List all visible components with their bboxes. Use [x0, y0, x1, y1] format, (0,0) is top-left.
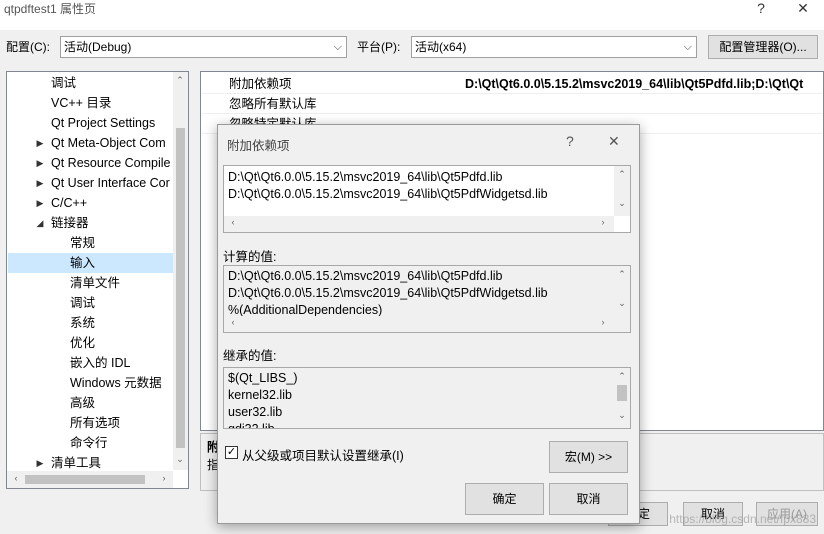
chevron-down-icon: ⌵ [333, 41, 342, 53]
evaluated-horizontal-scrollbar[interactable]: ‹ › [224, 316, 614, 332]
edit-line: D:\Qt\Qt6.0.0\5.15.2\msvc2019_64\lib\Qt5… [228, 187, 548, 201]
scroll-right-icon[interactable]: › [596, 217, 610, 227]
evaluated-line: D:\Qt\Qt6.0.0\5.15.2\msvc2019_64\lib\Qt5… [228, 286, 548, 300]
tree-item-linker-advanced[interactable]: 高级 [70, 393, 95, 413]
inherited-label: 继承的值: [223, 349, 277, 363]
scroll-up-icon[interactable]: ⌃ [615, 169, 629, 180]
chevron-down-icon: ⌵ [683, 41, 692, 53]
watermark: https://blog.csdn.net/fpx883 [669, 512, 816, 526]
expand-arrow-icon[interactable]: ▶ [35, 193, 45, 213]
scroll-right-icon[interactable]: › [596, 317, 610, 327]
tree-item-linker-all-options[interactable]: 所有选项 [70, 413, 120, 433]
config-combo[interactable]: 活动(Debug) ⌵ [60, 36, 347, 58]
scroll-down-icon[interactable]: ⌄ [173, 454, 187, 465]
tree-item-linker[interactable]: 链接器 [51, 213, 89, 233]
window-title: qtpdftest1 属性页 [4, 2, 97, 16]
scrollbar-thumb[interactable] [176, 128, 185, 448]
inherited-vertical-scrollbar[interactable]: ⌃ ⌄ [614, 368, 630, 428]
help-button[interactable]: ? [738, 0, 784, 22]
tree-item-linker-system[interactable]: 系统 [70, 313, 95, 333]
config-label: 配置(C): [6, 40, 50, 54]
tree-item-linker-optimization[interactable]: 优化 [70, 333, 95, 353]
inherited-line: $(Qt_LIBS_) [228, 371, 298, 385]
evaluated-values-box[interactable]: D:\Qt\Qt6.0.0\5.15.2\msvc2019_64\lib\Qt5… [223, 265, 631, 333]
scroll-left-icon[interactable]: ‹ [226, 217, 240, 227]
grid-row-name: 附加依赖项 [229, 77, 292, 91]
tree-item-linker-input[interactable]: 输入 [70, 253, 95, 273]
scroll-up-icon[interactable]: ⌃ [615, 371, 629, 382]
edit-line: D:\Qt\Qt6.0.0\5.15.2\msvc2019_64\lib\Qt5… [228, 170, 503, 184]
expand-arrow-icon[interactable]: ▶ [35, 453, 45, 473]
property-tree: 调试 VC++ 目录 Qt Project Settings ▶ Qt Meta… [6, 71, 189, 489]
title-bar [0, 0, 824, 30]
expand-arrow-icon[interactable]: ▶ [35, 173, 45, 193]
tree-item-linker-general[interactable]: 常规 [70, 233, 95, 253]
tree-item-cpp[interactable]: C/C++ [51, 193, 87, 213]
grid-row[interactable]: 忽略所有默认库 [202, 95, 822, 114]
evaluated-line: D:\Qt\Qt6.0.0\5.15.2\msvc2019_64\lib\Qt5… [228, 269, 503, 283]
dialog-help-button[interactable]: ? [566, 133, 574, 149]
evaluated-label: 计算的值: [223, 250, 277, 264]
expand-arrow-icon[interactable]: ▶ [35, 133, 45, 153]
inherit-checkbox-label[interactable]: 从父级或项目默认设置继承(I) [242, 445, 404, 464]
tree-item-linker-embedded-idl[interactable]: 嵌入的 IDL [70, 353, 130, 373]
grid-row[interactable]: 附加依赖项 D:\Qt\Qt6.0.0\5.15.2\msvc2019_64\l… [202, 75, 822, 94]
scroll-up-icon[interactable]: ⌃ [615, 269, 629, 280]
grid-row-value[interactable]: D:\Qt\Qt6.0.0\5.15.2\msvc2019_64\lib\Qt5… [465, 75, 822, 94]
dialog-title: 附加依赖项 [227, 139, 290, 153]
platform-label: 平台(P): [357, 40, 401, 54]
tree-item-linker-windows-metadata[interactable]: Windows 元数据 [70, 373, 162, 393]
tree-item-qt-project-settings[interactable]: Qt Project Settings [51, 113, 155, 133]
tree-item-linker-manifest[interactable]: 清单文件 [70, 273, 120, 293]
inherited-values-box[interactable]: $(Qt_LIBS_) kernel32.lib user32.lib gdi3… [223, 367, 631, 429]
tree-item-vc-directories[interactable]: VC++ 目录 [51, 93, 111, 113]
edit-vertical-scrollbar[interactable]: ⌃ ⌄ [614, 166, 630, 216]
edit-horizontal-scrollbar[interactable]: ‹ › [224, 216, 614, 232]
platform-combo[interactable]: 活动(x64) ⌵ [411, 36, 697, 58]
tree-item-qt-rcc[interactable]: Qt Resource Compile [51, 153, 171, 173]
tree-item-qt-uic[interactable]: Qt User Interface Cor [51, 173, 170, 193]
config-manager-button[interactable]: 配置管理器(O)... [708, 35, 818, 59]
scroll-down-icon[interactable]: ⌄ [615, 198, 629, 209]
evaluated-vertical-scrollbar[interactable]: ⌃ ⌄ [614, 266, 630, 316]
tree-horizontal-scrollbar[interactable]: ‹ › [7, 471, 173, 488]
tree-item-manifest-tool[interactable]: 清单工具 [51, 453, 101, 473]
inherited-line: kernel32.lib [228, 388, 292, 402]
config-value: 活动(Debug) [64, 40, 132, 54]
scroll-up-icon[interactable]: ⌃ [173, 75, 187, 86]
additional-dependencies-dialog: 附加依赖项 ? ✕ D:\Qt\Qt6.0.0\5.15.2\msvc2019_… [217, 124, 640, 524]
collapse-arrow-icon[interactable]: ◢ [35, 213, 45, 233]
scroll-down-icon[interactable]: ⌄ [615, 410, 629, 421]
tree-item-qt-moc[interactable]: Qt Meta-Object Com [51, 133, 166, 153]
scroll-right-icon[interactable]: › [157, 473, 171, 483]
macros-button[interactable]: 宏(M) >> [549, 441, 628, 473]
dialog-cancel-button[interactable]: 取消 [549, 483, 628, 515]
tree-item-linker-command-line[interactable]: 命令行 [70, 433, 108, 453]
tree-vertical-scrollbar[interactable]: ⌃ ⌄ [173, 72, 188, 470]
close-icon[interactable]: ✕ [780, 0, 824, 22]
tree-item-debugging[interactable]: 调试 [51, 73, 76, 93]
dialog-ok-button[interactable]: 确定 [465, 483, 544, 515]
dependencies-edit-box[interactable]: D:\Qt\Qt6.0.0\5.15.2\msvc2019_64\lib\Qt5… [223, 165, 631, 233]
scrollbar-thumb[interactable] [617, 385, 627, 401]
scroll-down-icon[interactable]: ⌄ [615, 298, 629, 309]
grid-row-name: 忽略所有默认库 [229, 97, 317, 111]
scroll-left-icon[interactable]: ‹ [9, 473, 23, 483]
scroll-left-icon[interactable]: ‹ [226, 317, 240, 327]
inherited-line: gdi32.lib [228, 422, 275, 429]
tree-item-linker-debugging[interactable]: 调试 [70, 293, 95, 313]
inherited-line: user32.lib [228, 405, 283, 419]
dialog-close-icon[interactable]: ✕ [608, 133, 620, 150]
scrollbar-thumb[interactable] [25, 475, 145, 484]
inherit-checkbox[interactable]: ✓ [225, 446, 238, 459]
expand-arrow-icon[interactable]: ▶ [35, 153, 45, 173]
platform-value: 活动(x64) [415, 40, 467, 54]
